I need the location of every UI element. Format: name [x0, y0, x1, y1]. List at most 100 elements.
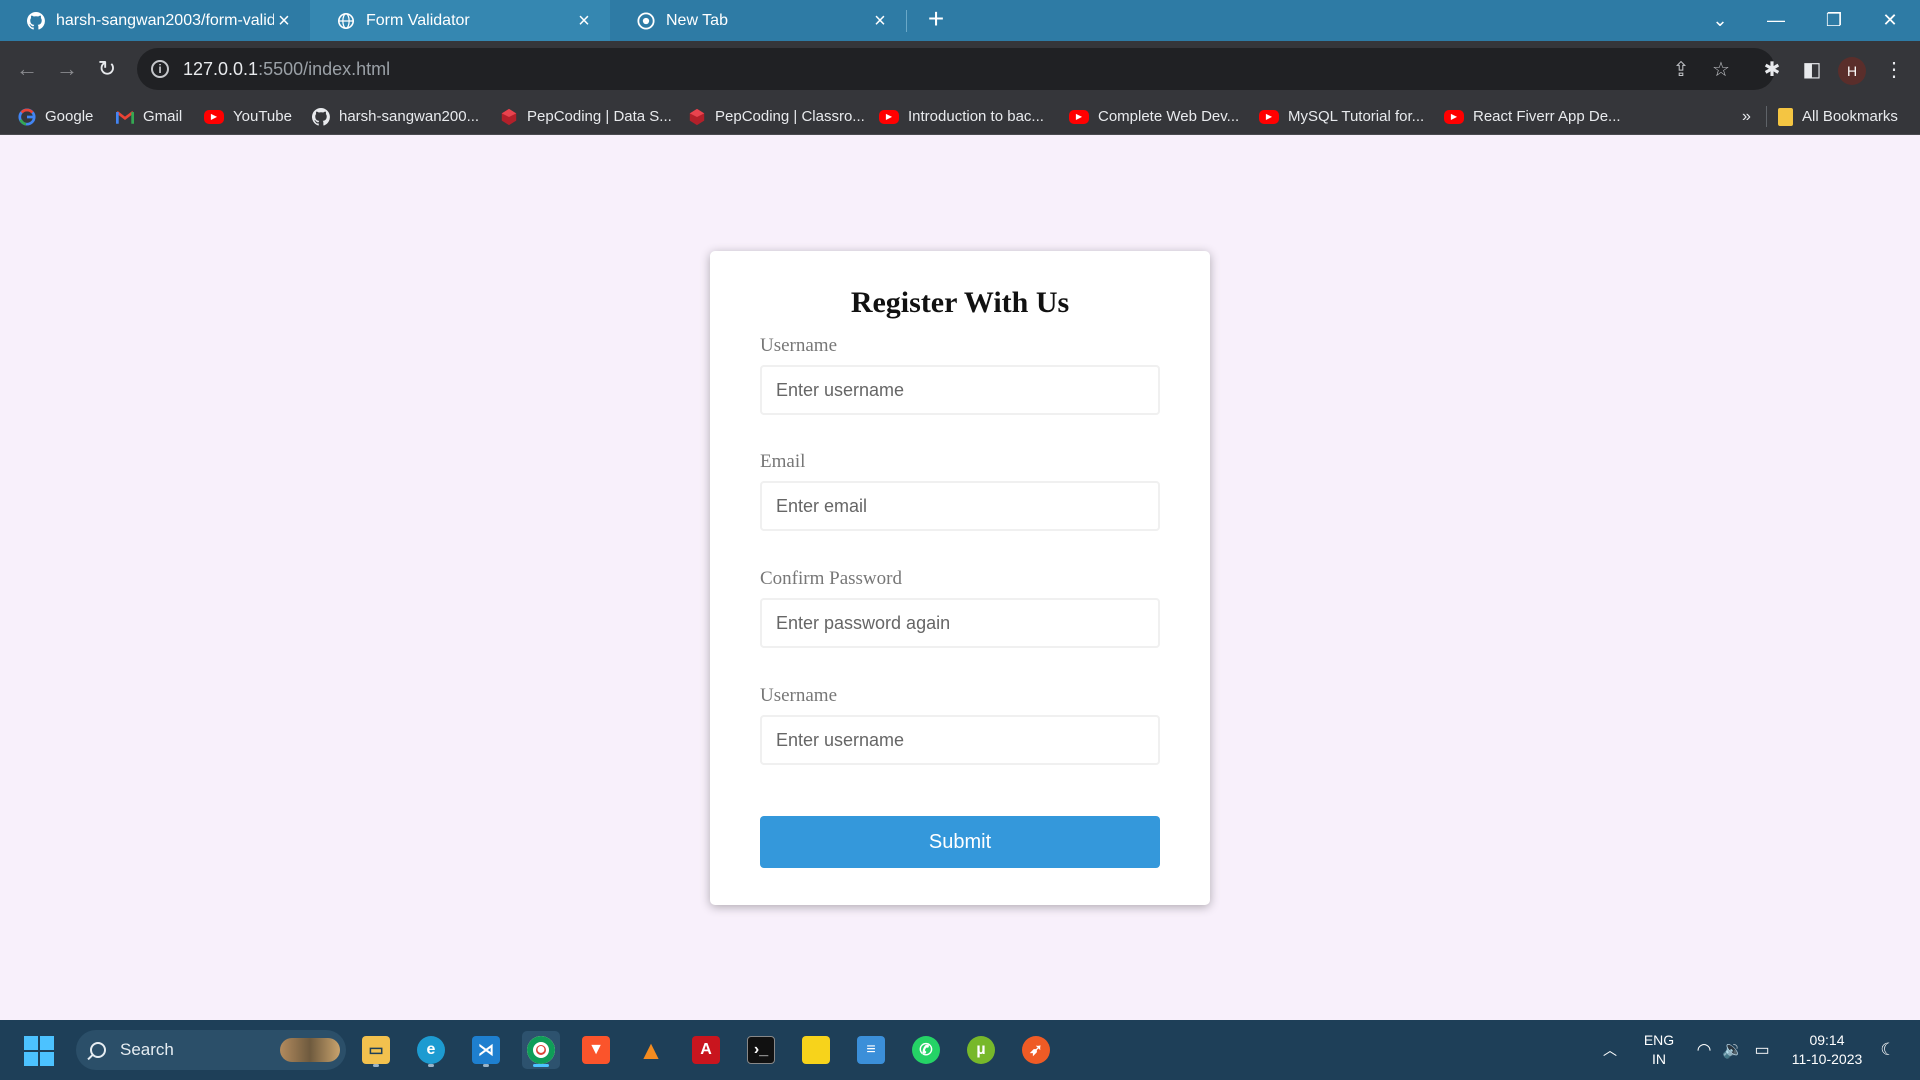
edge-icon[interactable]: e	[412, 1031, 450, 1069]
reload-icon[interactable]: ↻	[92, 54, 122, 84]
clock-date: 11-10-2023	[1791, 1051, 1863, 1067]
tab-form-validator[interactable]: Form Validator ×	[310, 0, 610, 41]
share-icon[interactable]: ⇪	[1669, 57, 1693, 81]
taskbar-search-label: Search	[120, 1040, 174, 1059]
chrome-icon	[636, 11, 656, 31]
restore-icon[interactable]: ❐	[1806, 0, 1862, 41]
all-bookmarks-button[interactable]: All Bookmarks	[1778, 98, 1898, 135]
wifi-icon[interactable]: ◠	[1692, 1020, 1716, 1080]
email-label: Email	[760, 451, 806, 472]
bookmark-react-fiverr[interactable]: ▶ React Fiverr App De...	[1444, 98, 1621, 135]
youtube-icon: ▶	[1259, 109, 1279, 124]
back-icon[interactable]: ←	[12, 54, 42, 84]
bookmark-label: React Fiverr App De...	[1473, 108, 1621, 125]
acrobat-icon[interactable]: A	[687, 1031, 725, 1069]
email-input[interactable]	[760, 481, 1160, 531]
side-panel-icon[interactable]: ◧	[1797, 54, 1827, 84]
window-close-icon[interactable]: ✕	[1862, 0, 1918, 41]
brave-icon[interactable]: ▼	[577, 1031, 615, 1069]
youtube-icon: ▶	[204, 109, 224, 124]
bookmark-label: PepCoding | Data S...	[527, 108, 672, 125]
focus-assist-icon[interactable]: ☾	[1876, 1020, 1900, 1080]
bookmark-gmail[interactable]: Gmail	[116, 98, 182, 135]
whatsapp-icon[interactable]: ✆	[907, 1031, 945, 1069]
volume-icon[interactable]: 🔉	[1721, 1020, 1745, 1080]
bookmark-pepcoding-data[interactable]: PepCoding | Data S...	[500, 98, 672, 135]
vlc-icon[interactable]: ▲	[632, 1031, 670, 1069]
extensions-icon[interactable]: ✱	[1757, 54, 1787, 84]
search-highlight-image	[280, 1038, 340, 1062]
close-icon[interactable]: ×	[574, 11, 594, 31]
site-info-icon[interactable]: i	[151, 60, 169, 78]
vscode-icon[interactable]: ⋊	[467, 1031, 505, 1069]
google-icon	[18, 107, 36, 126]
close-icon[interactable]: ×	[870, 11, 890, 31]
register-form-card: Register With Us Username Email Confirm …	[710, 251, 1210, 905]
utorrent-icon[interactable]: µ	[962, 1031, 1000, 1069]
tab-new-tab[interactable]: New Tab ×	[610, 0, 906, 41]
language-indicator[interactable]: ENG IN	[1640, 1020, 1678, 1080]
notepad-icon[interactable]: ≡	[852, 1031, 890, 1069]
bookmark-label: PepCoding | Classro...	[715, 108, 865, 125]
bookmark-pepcoding-classroom[interactable]: PepCoding | Classro...	[688, 98, 865, 135]
confirm-password-label: Confirm Password	[760, 568, 902, 589]
terminal-icon[interactable]: ›_	[742, 1031, 780, 1069]
region-label: IN	[1652, 1051, 1666, 1067]
pepcoding-icon	[500, 108, 518, 126]
minimize-icon[interactable]: —	[1748, 0, 1804, 41]
username-input-2[interactable]	[760, 715, 1160, 765]
sticky-notes-icon[interactable]	[797, 1031, 835, 1069]
gmail-icon	[116, 108, 134, 126]
bookmark-youtube[interactable]: ▶ YouTube	[204, 98, 292, 135]
bookmark-label: MySQL Tutorial for...	[1288, 108, 1425, 125]
tab-github[interactable]: harsh-sangwan2003/form-valida ×	[0, 0, 310, 41]
battery-icon[interactable]: ▭	[1750, 1020, 1774, 1080]
bookmark-label: YouTube	[233, 108, 292, 125]
forward-icon[interactable]: →	[52, 54, 82, 84]
confirm-password-input[interactable]	[760, 598, 1160, 648]
tab-strip: harsh-sangwan2003/form-valida × Form Val…	[0, 0, 1920, 41]
file-explorer-icon[interactable]: ▭	[357, 1031, 395, 1069]
running-indicator	[373, 1064, 379, 1067]
bookmarks-divider	[1766, 106, 1767, 127]
globe-icon	[336, 11, 356, 31]
windows-start-icon[interactable]	[24, 1036, 54, 1066]
tab-search-icon[interactable]: ⌄	[1692, 0, 1748, 41]
tab-title: Form Validator	[366, 11, 470, 29]
username-label: Username	[760, 335, 838, 356]
new-tab-button[interactable]: +	[922, 5, 950, 34]
running-indicator	[483, 1064, 489, 1067]
taskbar-search[interactable]: Search	[76, 1030, 346, 1070]
clock[interactable]: 09:14 11-10-2023	[1786, 1020, 1868, 1080]
youtube-icon: ▶	[1444, 109, 1464, 124]
youtube-icon: ▶	[1069, 109, 1089, 124]
bookmark-label: Google	[45, 108, 94, 125]
tab-title: New Tab	[666, 11, 728, 29]
windows-taskbar: Search ▭ e ⋊ ● ▼ ▲ A ›_ ≡ ✆ µ ➶ ︿ ENG IN…	[0, 1020, 1920, 1080]
postman-icon[interactable]: ➶	[1017, 1031, 1055, 1069]
all-bookmarks-label: All Bookmarks	[1802, 108, 1898, 125]
bookmark-introduction[interactable]: ▶ Introduction to bac...	[879, 98, 1044, 135]
bookmark-complete-web-dev[interactable]: ▶ Complete Web Dev...	[1069, 98, 1239, 135]
form-title: Register With Us	[850, 286, 1070, 319]
username-input[interactable]	[760, 365, 1160, 415]
bookmarks-overflow-button[interactable]: »	[1742, 98, 1751, 135]
show-hidden-icons-icon[interactable]: ︿	[1598, 1020, 1622, 1080]
close-icon[interactable]: ×	[274, 11, 294, 31]
bookmark-google[interactable]: Google	[18, 98, 93, 135]
tab-separator	[906, 10, 907, 32]
url-path: :5500/index.html	[258, 58, 391, 79]
bookmark-label: Introduction to bac...	[908, 108, 1044, 125]
profile-avatar[interactable]: H	[1838, 57, 1866, 85]
pepcoding-icon	[688, 108, 706, 126]
bookmark-github[interactable]: harsh-sangwan200...	[312, 98, 479, 135]
browser-toolbar: ← → ↻ i 127.0.0.1 :5500/index.html ⇪ ☆ ✱…	[0, 41, 1920, 98]
address-bar[interactable]: i 127.0.0.1 :5500/index.html ⇪ ☆	[137, 48, 1775, 90]
chrome-icon[interactable]: ●	[522, 1031, 560, 1069]
menu-icon[interactable]: ⋮	[1879, 54, 1909, 84]
search-icon	[90, 1042, 106, 1058]
bookmark-mysql-tutorial[interactable]: ▶ MySQL Tutorial for...	[1259, 98, 1424, 135]
submit-button[interactable]: Submit	[760, 816, 1160, 868]
url-host: 127.0.0.1	[183, 58, 259, 79]
bookmark-star-icon[interactable]: ☆	[1709, 57, 1733, 81]
